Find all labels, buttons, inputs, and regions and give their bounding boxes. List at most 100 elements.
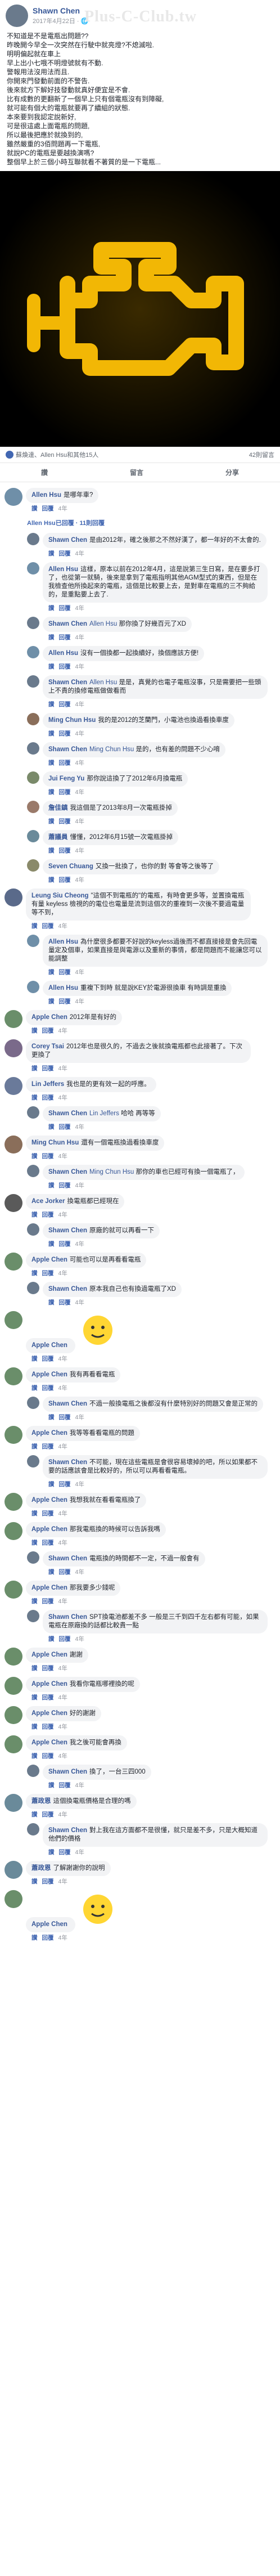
commenter-name[interactable]: Apple Chen (31, 1921, 67, 1928)
commenter-avatar[interactable] (27, 617, 39, 629)
commenter-avatar[interactable] (27, 1106, 39, 1119)
comment-reply-link[interactable]: 回覆 (42, 1094, 54, 1101)
comment-reply-link[interactable]: 回覆 (42, 1878, 54, 1885)
comment-like-link[interactable]: 讚 (31, 1385, 38, 1392)
commenter-name[interactable]: Ming Chun Hsu (48, 717, 96, 724)
commenter-name[interactable]: Apple Chen (31, 1497, 67, 1504)
tagged-user[interactable]: Allen Hsu (89, 679, 117, 686)
commenter-avatar[interactable] (27, 981, 39, 993)
commenter-avatar[interactable] (27, 1610, 39, 1622)
comment-like-link[interactable]: 讚 (48, 1782, 55, 1789)
comment-like-link[interactable]: 讚 (31, 1510, 38, 1517)
comment-like-link[interactable]: 讚 (31, 1443, 38, 1450)
comment-reply-link[interactable]: 回覆 (59, 818, 71, 825)
commenter-name[interactable]: Seven Chuang (48, 863, 93, 870)
commenter-avatar[interactable] (4, 1367, 22, 1385)
comment-like-link[interactable]: 讚 (48, 1182, 55, 1189)
commenter-avatar[interactable] (4, 1194, 22, 1212)
share-button[interactable]: 分享 (225, 468, 239, 477)
commenter-avatar[interactable] (27, 830, 39, 842)
comment-like-link[interactable]: 讚 (48, 760, 55, 766)
commenter-name[interactable]: Shawn Chen (48, 537, 87, 544)
comment-like-link[interactable]: 讚 (31, 1094, 38, 1101)
commenter-name[interactable]: Shawn Chen (48, 1459, 87, 1466)
comment-button[interactable]: 留言 (130, 468, 143, 477)
commenter-avatar[interactable] (4, 1648, 22, 1666)
view-more-replies-link[interactable]: Allen Hsu已回覆 · 11則回覆 (27, 517, 276, 529)
commenter-name[interactable]: Shawn Chen (48, 1769, 87, 1775)
commenter-name[interactable]: Allen Hsu (48, 939, 78, 945)
comment-reply-link[interactable]: 回覆 (59, 663, 71, 670)
commenter-avatar[interactable] (4, 1890, 22, 1908)
commenter-avatar[interactable] (4, 1706, 22, 1724)
commenter-name[interactable]: Apple Chen (31, 1430, 67, 1437)
commenter-avatar[interactable] (27, 562, 39, 575)
comment-reply-link[interactable]: 回覆 (42, 1665, 54, 1672)
commenter-avatar[interactable] (4, 1253, 22, 1271)
comment-like-link[interactable]: 讚 (31, 505, 38, 512)
commenter-avatar[interactable] (4, 1794, 22, 1812)
comment-like-link[interactable]: 讚 (31, 1665, 38, 1672)
commenter-name[interactable]: Ace Jorker (31, 1198, 65, 1205)
commenter-avatar[interactable] (27, 742, 39, 755)
like-button[interactable]: 讚 (41, 468, 48, 477)
commenter-name[interactable]: Allen Hsu (48, 566, 78, 573)
comment-reply-link[interactable]: 回覆 (59, 1414, 71, 1421)
commenter-name[interactable]: Apple Chen (31, 1739, 67, 1746)
comment-like-link[interactable]: 讚 (31, 1753, 38, 1760)
comment-like-link[interactable]: 讚 (31, 1027, 38, 1034)
commenter-avatar[interactable] (27, 1455, 39, 1467)
comment-reply-link[interactable]: 回覆 (59, 1636, 71, 1642)
comment-reply-link[interactable]: 回覆 (42, 1027, 54, 1034)
comment-like-link[interactable]: 讚 (48, 550, 55, 557)
comment-like-link[interactable]: 讚 (31, 1935, 38, 1941)
comment-like-link[interactable]: 讚 (31, 1356, 38, 1362)
comment-reply-link[interactable]: 回覆 (59, 550, 71, 557)
comment-like-link[interactable]: 讚 (31, 1811, 38, 1818)
commenter-avatar[interactable] (4, 1493, 22, 1511)
commenter-avatar[interactable] (27, 859, 39, 872)
commenter-avatar[interactable] (27, 1165, 39, 1177)
commenter-name[interactable]: Apple Chen (31, 1651, 67, 1658)
post-timestamp[interactable]: 2017年4月22日 · 🌐 (33, 16, 88, 25)
comment-like-link[interactable]: 讚 (48, 969, 55, 976)
comment-reply-link[interactable]: 回覆 (59, 847, 71, 854)
comment-reply-link[interactable]: 回覆 (42, 1443, 54, 1450)
commenter-name[interactable]: 蕭政恩 (31, 1865, 51, 1872)
commenter-avatar[interactable] (27, 935, 39, 947)
tagged-user[interactable]: Lin Jeffers (89, 1110, 119, 1117)
author-avatar[interactable] (6, 5, 28, 27)
comment-like-link[interactable]: 讚 (48, 605, 55, 612)
comment-like-link[interactable]: 讚 (31, 1878, 38, 1885)
comment-like-link[interactable]: 讚 (48, 1241, 55, 1247)
commenter-name[interactable]: Ming Chun Hsu (31, 1139, 79, 1146)
commenter-avatar[interactable] (27, 801, 39, 813)
comment-reply-link[interactable]: 回覆 (59, 969, 71, 976)
comment-reply-link[interactable]: 回覆 (42, 1356, 54, 1362)
comment-reply-link[interactable]: 回覆 (42, 1065, 54, 1072)
tagged-user[interactable]: Ming Chun Hsu (89, 1169, 134, 1175)
commenter-avatar[interactable] (4, 1077, 22, 1095)
comment-like-link[interactable]: 讚 (48, 1569, 55, 1576)
commenter-name[interactable]: Shawn Chen (48, 621, 87, 627)
commenter-avatar[interactable] (27, 646, 39, 658)
comment-reply-link[interactable]: 回覆 (59, 998, 71, 1005)
comment-reply-link[interactable]: 回覆 (59, 634, 71, 641)
comment-reply-link[interactable]: 回覆 (42, 1540, 54, 1546)
commenter-avatar[interactable] (27, 771, 39, 784)
comment-reply-link[interactable]: 回覆 (59, 1241, 71, 1247)
commenter-avatar[interactable] (4, 1735, 22, 1753)
comment-like-link[interactable]: 讚 (48, 789, 55, 796)
commenter-avatar[interactable] (4, 1311, 22, 1329)
commenter-name[interactable]: Shawn Chen (48, 1827, 87, 1834)
commenter-avatar[interactable] (4, 888, 22, 906)
comment-like-link[interactable]: 讚 (48, 1636, 55, 1642)
comment-like-link[interactable]: 讚 (31, 1694, 38, 1701)
comment-reply-link[interactable]: 回覆 (59, 1569, 71, 1576)
comment-reply-link[interactable]: 回覆 (59, 1782, 71, 1789)
commenter-name[interactable]: Allen Hsu (48, 985, 78, 991)
commenter-name[interactable]: Allen Hsu (48, 650, 78, 657)
commenter-avatar[interactable] (27, 1765, 39, 1777)
commenter-name[interactable]: Shawn Chen (48, 1227, 87, 1234)
comment-reply-link[interactable]: 回覆 (42, 1211, 54, 1218)
